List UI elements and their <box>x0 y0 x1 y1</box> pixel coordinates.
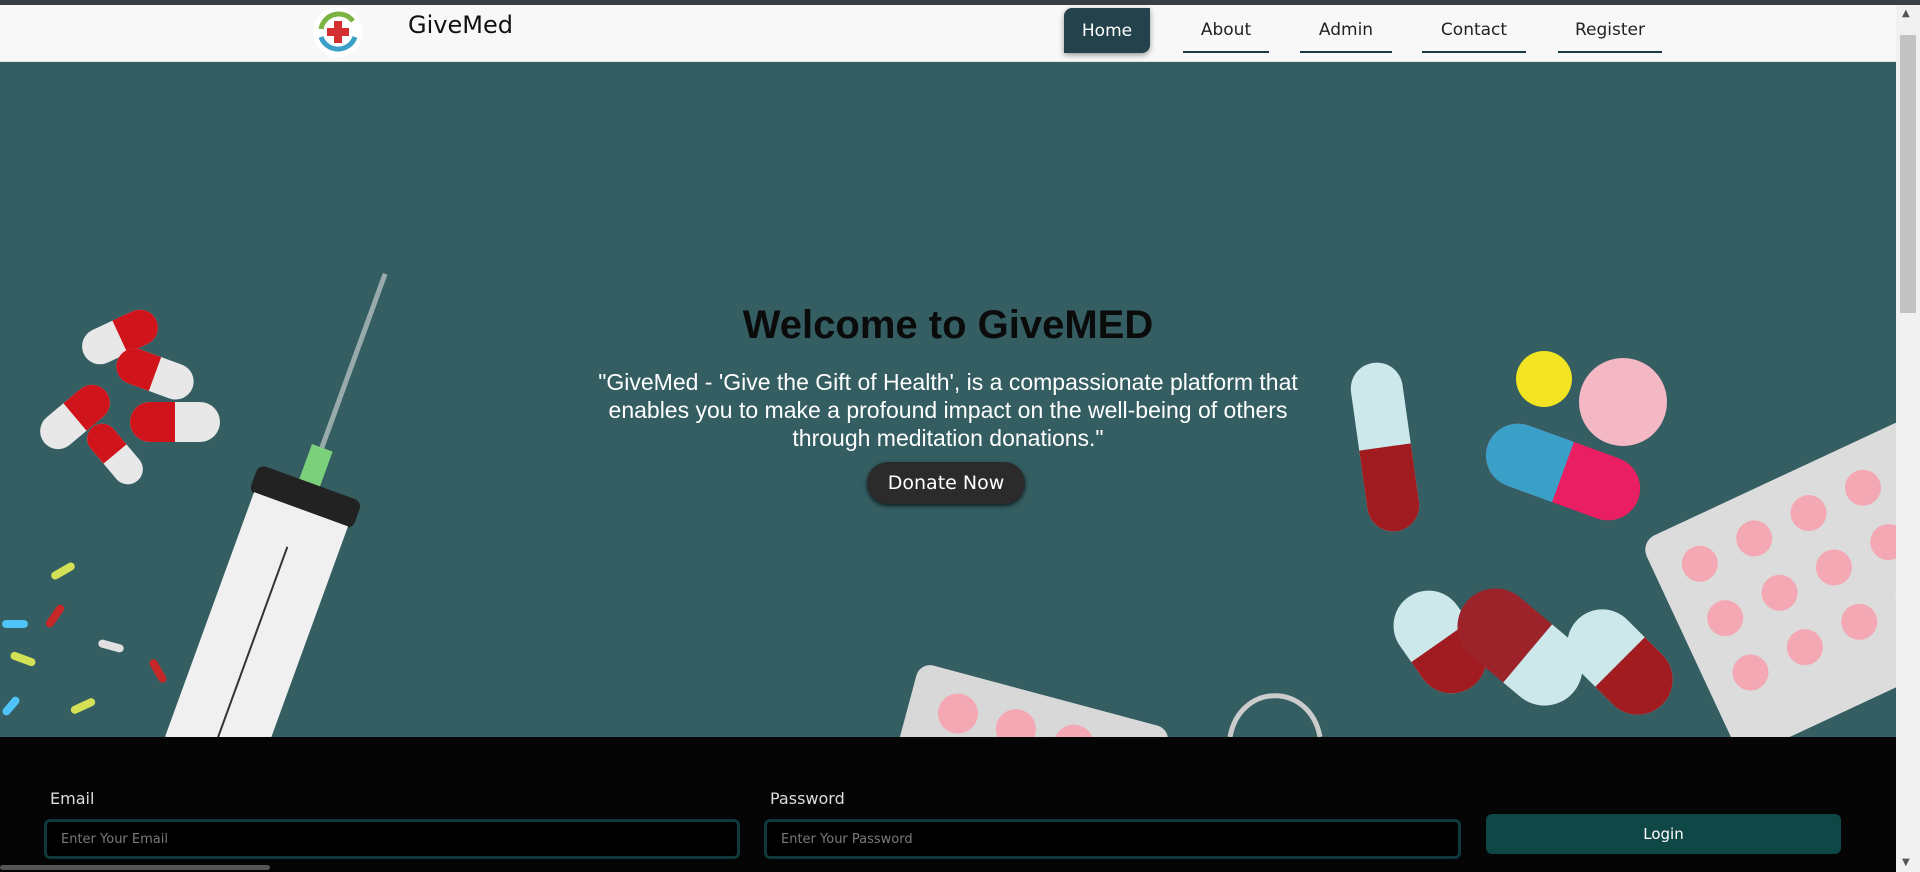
email-label: Email <box>50 789 95 808</box>
small-pills <box>2 562 167 716</box>
horizontal-scrollbar[interactable] <box>0 865 270 870</box>
nav-about[interactable]: About <box>1183 8 1269 53</box>
scrollbar-thumb[interactable] <box>1900 35 1916 313</box>
hero-title: Welcome to GiveMED <box>742 303 1154 347</box>
logo[interactable] <box>313 7 363 57</box>
navbar: GiveMed Home About Admin Contact Registe… <box>0 5 1896 62</box>
scroll-down-icon[interactable]: ▼ <box>1902 857 1910 868</box>
blister-pack-right <box>1645 420 1896 737</box>
medical-cross-logo-icon <box>318 11 358 52</box>
nav-home[interactable]: Home <box>1064 8 1150 53</box>
donate-now-button[interactable]: Donate Now <box>867 462 1025 504</box>
password-label: Password <box>770 789 845 808</box>
nav-register[interactable]: Register <box>1558 8 1662 53</box>
blister-pack-bottom <box>892 665 1168 737</box>
password-field[interactable] <box>764 819 1461 859</box>
brand-name[interactable]: GiveMed <box>408 11 513 39</box>
nav-admin[interactable]: Admin <box>1300 8 1392 53</box>
hero-section: Welcome to GiveMED "GiveMed - 'Give the … <box>0 62 1896 737</box>
scroll-up-icon[interactable]: ▲ <box>1902 8 1910 19</box>
hero-description: "GiveMed - 'Give the Gift of Health', is… <box>598 369 1298 451</box>
capsules-right <box>1350 351 1673 715</box>
nav-contact[interactable]: Contact <box>1422 8 1526 53</box>
email-field[interactable] <box>44 819 740 859</box>
login-button[interactable]: Login <box>1486 814 1841 854</box>
login-section: Email Password Login <box>0 737 1896 872</box>
